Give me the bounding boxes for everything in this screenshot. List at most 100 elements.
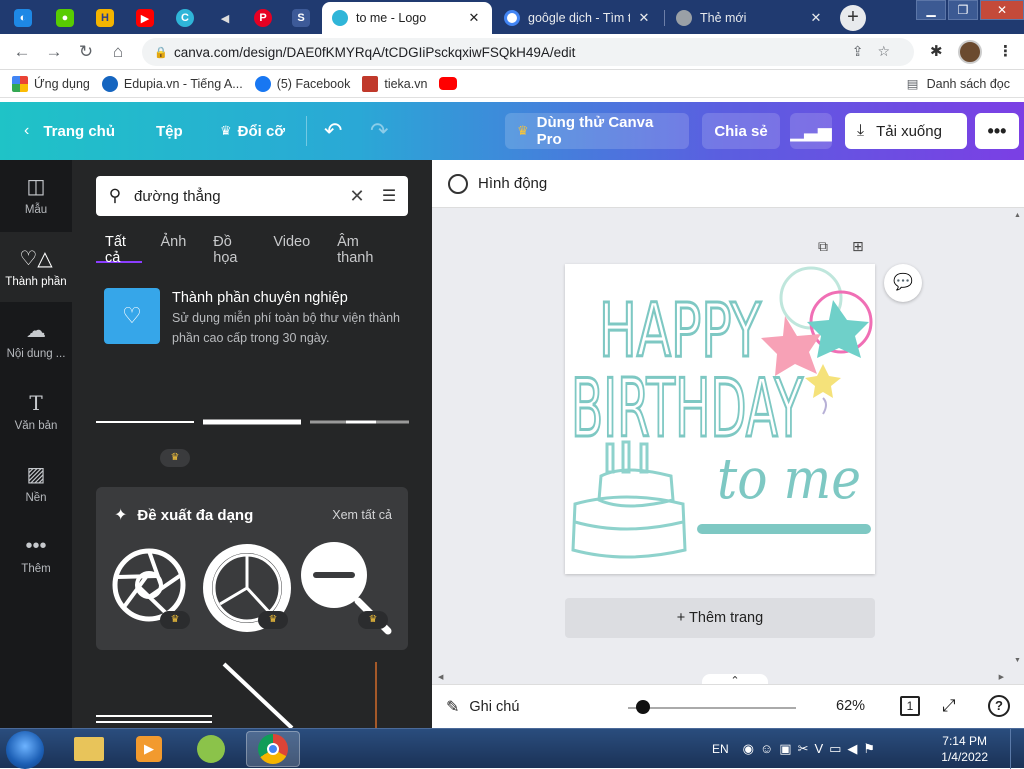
pinned-tab[interactable]: ● <box>46 4 84 32</box>
suggestions-header: ✦ Đề xuất đa dạng <box>114 505 253 525</box>
search-input[interactable]: đường thẳng <box>134 188 344 205</box>
home-icon[interactable]: ⌂ <box>108 42 128 62</box>
tray-icons[interactable]: ◉☺▣✂V▭◀⚑ <box>743 741 881 757</box>
animate-button[interactable]: Hình động <box>478 175 547 192</box>
bookmark-tieka[interactable]: tieka.vn <box>362 75 427 92</box>
tab-video[interactable]: Video <box>273 232 319 263</box>
pinned-tab[interactable]: C <box>166 4 204 32</box>
start-button[interactable] <box>6 731 44 769</box>
rail-item-elements[interactable]: ♡△ Thành phần <box>0 232 72 302</box>
pinned-tab[interactable]: P <box>244 4 282 32</box>
speaker-icon: ◀ <box>220 12 230 25</box>
see-all-link[interactable]: Xem tất cả <box>332 508 392 522</box>
design-text-birthday[interactable]: BIRTHDAY <box>570 361 806 457</box>
insights-icon[interactable]: ▁▃▅ <box>790 113 832 149</box>
pinned-tab[interactable]: H <box>86 4 124 32</box>
taskbar-app[interactable] <box>184 731 238 767</box>
share-icon[interactable]: ⇪ <box>852 43 878 59</box>
clear-icon[interactable]: ✕ <box>344 186 370 207</box>
scroll-up-icon[interactable]: ▲ <box>1014 212 1021 219</box>
back-icon[interactable]: ← <box>12 42 32 62</box>
more-dots-icon: ••• <box>25 535 47 557</box>
close-window-icon[interactable]: ✕ <box>980 0 1024 20</box>
redo-icon[interactable]: ↷ <box>370 102 388 160</box>
rail-item-uploads[interactable]: ☁ Nội dung ... <box>0 304 72 374</box>
rail-label: Mẫu <box>24 204 48 216</box>
page-count-button[interactable]: 1 <box>900 696 920 716</box>
canva-icon <box>332 10 348 26</box>
notes-button[interactable]: Ghi chú <box>469 699 519 715</box>
pinned-tab[interactable]: S <box>282 4 320 32</box>
file-menu[interactable]: Tệp <box>156 102 183 160</box>
zoom-slider[interactable] <box>628 707 796 709</box>
minimize-icon[interactable]: ▁ <box>916 0 946 20</box>
zoom-level[interactable]: 62% <box>836 698 865 714</box>
rail-item-text[interactable]: T Văn bản <box>0 376 72 446</box>
url-field[interactable]: 🔒 canva.com/design/DAE0fKMYRqA/tCDGIiPsc… <box>142 38 914 66</box>
scroll-right-icon[interactable]: ▶ <box>999 673 1004 681</box>
extensions-icon[interactable]: ✱ <box>930 42 943 60</box>
resize-label: Đổi cỡ <box>237 122 285 140</box>
duplicate-page-icon[interactable]: ⧉ <box>818 238 828 255</box>
pinned-tab[interactable]: ◀ <box>206 4 244 32</box>
tab-all[interactable]: Tất cả <box>96 232 143 266</box>
tab-google[interactable]: goôgle dịch - Tìm tr ✕ <box>494 2 662 34</box>
bookmarks-bar: Ứng dụng Edupia.vn - Tiếng A... (5) Face… <box>0 70 1024 98</box>
design-text-to-me[interactable]: to me <box>717 447 861 512</box>
design-page[interactable]: HAPPY BIRTHDAY to me <box>565 264 875 574</box>
download-button[interactable]: ⤓ Tải xuống <box>845 113 967 149</box>
tab-photos[interactable]: Ảnh <box>160 232 195 263</box>
help-icon[interactable]: ? <box>988 695 1010 717</box>
rail-item-templates[interactable]: ◫ Mẫu <box>0 160 72 230</box>
tab-new[interactable]: Thẻ mới ✕ <box>666 2 834 34</box>
bookmark-apps[interactable]: Ứng dụng <box>12 75 90 92</box>
tab-audio[interactable]: Âm thanh <box>337 232 390 266</box>
scroll-left-icon[interactable]: ◀ <box>438 673 443 681</box>
forward-icon[interactable]: → <box>44 42 64 62</box>
search-box[interactable]: ⚲ đường thẳng ✕ ☰ <box>96 176 408 216</box>
vertical-scrollbar[interactable]: ▲ ▼ <box>1010 210 1024 666</box>
avatar[interactable] <box>958 40 982 64</box>
pinned-tab[interactable]: ◐ <box>4 4 42 32</box>
add-page-icon[interactable]: ⊞ <box>852 238 864 255</box>
close-icon[interactable]: ✕ <box>636 10 652 26</box>
promo-desc-line: phần cao cấp trong 30 ngày. <box>172 331 330 345</box>
menu-icon[interactable]: ⋮ <box>998 42 1013 60</box>
filter-icon[interactable]: ☰ <box>370 186 408 206</box>
clock[interactable]: 7:14 PM 1/4/2022 <box>941 733 988 765</box>
bookmark-edupia[interactable]: Edupia.vn - Tiếng A... <box>101 75 243 92</box>
try-pro-button[interactable]: ♛ Dùng thử Canva Pro <box>505 113 689 149</box>
restore-icon[interactable]: ❐ <box>948 0 978 20</box>
add-page-button[interactable]: + Thêm trang <box>565 598 875 638</box>
bookmark-youtube[interactable] <box>439 77 463 90</box>
rail-item-more[interactable]: ••• Thêm <box>0 520 72 590</box>
pro-elements-promo[interactable]: ♡ Thành phần chuyên nghiệp Sử dụng miễn … <box>104 288 404 348</box>
crown-icon: ♛ <box>517 123 529 138</box>
taskbar-chrome[interactable] <box>246 731 300 767</box>
add-comment-icon[interactable]: 💬 <box>884 264 922 302</box>
taskbar-explorer[interactable] <box>62 731 116 767</box>
tab-canva[interactable]: to me - Logo ✕ <box>322 2 492 34</box>
home-button[interactable]: ‹ Trang chủ <box>24 102 115 160</box>
more-button[interactable]: ••• <box>975 113 1019 149</box>
close-icon[interactable]: ✕ <box>466 10 482 26</box>
close-icon[interactable]: ✕ <box>808 10 824 26</box>
reload-icon[interactable]: ↻ <box>76 42 96 62</box>
fullscreen-icon[interactable]: ⤢ <box>942 696 956 716</box>
rail-item-background[interactable]: ▨ Nền <box>0 448 72 518</box>
reading-list[interactable]: ▤ Danh sách đọc <box>907 76 1010 92</box>
bookmark-facebook[interactable]: (5) Facebook <box>254 75 350 92</box>
scroll-down-icon[interactable]: ▼ <box>1014 657 1021 664</box>
taskbar-media[interactable]: ▶ <box>122 731 176 767</box>
pinned-tab[interactable]: ▶ <box>126 4 164 32</box>
diagonal-line-result[interactable] <box>222 662 294 728</box>
new-tab-button[interactable]: + <box>840 5 866 31</box>
tab-graphics[interactable]: Đồ họa <box>213 232 255 266</box>
star-icon[interactable]: ☆ <box>877 43 904 59</box>
undo-icon[interactable]: ↶ <box>324 102 342 160</box>
show-desktop-button[interactable] <box>1010 729 1024 769</box>
language-indicator[interactable]: EN <box>712 742 729 756</box>
zoom-slider-handle[interactable] <box>636 700 651 714</box>
resize-button[interactable]: ♛ Đổi cỡ <box>220 102 285 160</box>
share-button[interactable]: Chia sẻ <box>702 113 780 149</box>
